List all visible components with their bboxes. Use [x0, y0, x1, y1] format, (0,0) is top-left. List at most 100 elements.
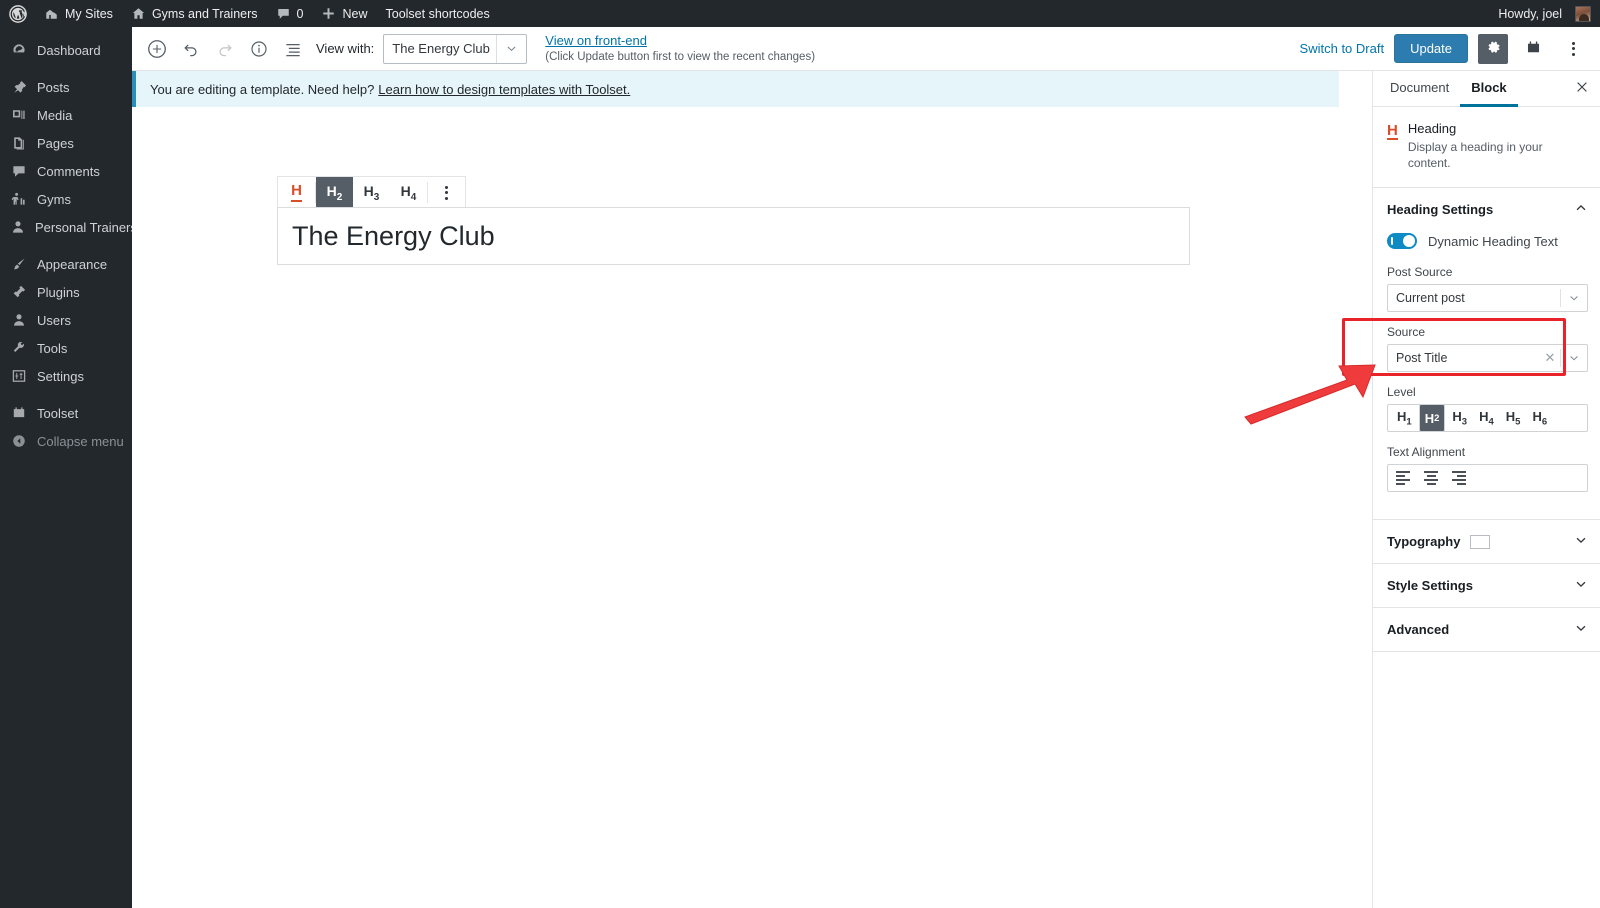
- redo-button[interactable]: [208, 32, 242, 66]
- level-h4-button[interactable]: H4: [1474, 407, 1499, 430]
- heading-block-text[interactable]: The Energy Club: [292, 221, 495, 252]
- admin-bar-my-sites[interactable]: My Sites: [35, 0, 122, 27]
- tab-block[interactable]: Block: [1460, 71, 1518, 107]
- redo-icon: [215, 39, 235, 59]
- chevron-down-icon: [1574, 577, 1588, 594]
- block-editor: View with: The Energy Club View on front…: [132, 27, 1600, 908]
- block-toolbar-level-h3[interactable]: H3: [353, 177, 390, 208]
- sidebar-item-settings[interactable]: Settings: [0, 362, 132, 390]
- more-options-button[interactable]: [1558, 34, 1588, 64]
- level-h3-button[interactable]: H3: [1447, 407, 1472, 430]
- sidebar-item-personal-trainers[interactable]: Personal Trainers: [0, 213, 137, 241]
- source-value: Post Title: [1396, 351, 1448, 366]
- sidebar-item-tools[interactable]: Tools: [0, 334, 132, 362]
- admin-bar-comments[interactable]: 0: [267, 0, 313, 27]
- sidebar-item-collapse-menu[interactable]: Collapse menu: [0, 427, 132, 455]
- sidebar-item-comments[interactable]: Comments: [0, 157, 132, 185]
- tab-document[interactable]: Document: [1379, 71, 1460, 107]
- admin-bar-new[interactable]: New: [312, 0, 376, 27]
- sidebar-item-media[interactable]: Media: [0, 101, 132, 129]
- admin-bar-toolset-shortcodes-label: Toolset shortcodes: [385, 6, 490, 21]
- settings-sidebar-toggle-button[interactable]: [1478, 33, 1508, 64]
- comment-bubble-icon: [276, 6, 291, 21]
- block-toolbar-more-button[interactable]: [428, 177, 465, 208]
- plus-circle-icon: [146, 38, 168, 60]
- typography-color-swatch[interactable]: [1470, 534, 1491, 549]
- close-sidebar-button[interactable]: [1564, 71, 1600, 106]
- sidebar-item-toolset-label: Toolset: [37, 405, 79, 421]
- align-left-icon[interactable]: [1396, 471, 1410, 486]
- sidebar-item-pages-label: Pages: [37, 135, 74, 151]
- block-toolbar-level-h4-label: H4: [400, 182, 417, 203]
- add-block-button[interactable]: [140, 32, 174, 66]
- block-toolbar-level-h4[interactable]: H4: [390, 177, 427, 208]
- list-view-icon: [283, 39, 303, 59]
- admin-bar-howdy[interactable]: Howdy, joel: [1489, 0, 1600, 27]
- menu-spacer: [0, 64, 132, 73]
- toolset-button[interactable]: [1518, 34, 1548, 64]
- toolset-icon: [1525, 39, 1542, 59]
- align-right-icon[interactable]: [1452, 471, 1466, 486]
- panel-heading-settings-title: Heading Settings: [1387, 202, 1494, 218]
- sidebar-item-appearance[interactable]: Appearance: [0, 250, 132, 278]
- content-info-button[interactable]: [242, 32, 276, 66]
- post-source-select[interactable]: Current post: [1387, 284, 1588, 313]
- block-info-description: Display a heading in your content.: [1407, 140, 1543, 171]
- panel-heading-settings-header[interactable]: Heading Settings: [1373, 188, 1600, 231]
- chevron-down-icon: [1574, 621, 1588, 638]
- level-label: Level: [1387, 385, 1416, 400]
- undo-button[interactable]: [174, 32, 208, 66]
- view-with-value: The Energy Club: [392, 41, 490, 56]
- block-navigation-button[interactable]: [276, 32, 310, 66]
- panel-advanced-header[interactable]: Advanced: [1373, 608, 1600, 651]
- dynamic-heading-text-toggle[interactable]: [1387, 233, 1417, 250]
- menu-spacer: [0, 390, 132, 399]
- sidebar-item-posts[interactable]: Posts: [0, 73, 132, 101]
- block-info-title: Heading: [1407, 121, 1457, 136]
- sidebar-item-tools-label: Tools: [37, 340, 68, 356]
- media-icon: [10, 106, 28, 124]
- view-with-select[interactable]: The Energy Club: [383, 33, 528, 64]
- sidebar-item-dashboard[interactable]: Dashboard: [0, 36, 132, 64]
- wordpress-logo-button[interactable]: [0, 0, 35, 27]
- sidebar-item-users[interactable]: Users: [0, 306, 132, 334]
- admin-bar-comments-count: 0: [296, 6, 304, 21]
- level-h5-button[interactable]: H5: [1501, 407, 1526, 430]
- sidebar-item-toolset[interactable]: Toolset: [0, 399, 132, 427]
- toolset-icon: [10, 404, 28, 422]
- source-field: Source Post Title ✕: [1387, 325, 1588, 373]
- text-alignment-label: Text Alignment: [1387, 445, 1466, 460]
- template-editing-notice-text: You are editing a template. Need help?: [150, 81, 375, 97]
- panel-typography-header[interactable]: Typography: [1373, 520, 1600, 563]
- level-h2-button[interactable]: H2: [1418, 404, 1446, 433]
- gyms-icon: [10, 190, 28, 208]
- source-select[interactable]: Post Title ✕: [1387, 344, 1588, 373]
- panel-style-settings-header[interactable]: Style Settings: [1373, 564, 1600, 607]
- close-icon: [1575, 80, 1589, 97]
- block-toolbar-level-h2[interactable]: H2: [316, 177, 353, 208]
- menu-spacer: [0, 241, 132, 250]
- admin-bar-site-name[interactable]: Gyms and Trainers: [122, 0, 267, 27]
- sidebar-item-gyms[interactable]: Gyms: [0, 185, 132, 213]
- wordpress-logo-icon: [9, 4, 27, 23]
- sidebar-item-dashboard-label: Dashboard: [37, 42, 101, 58]
- toolset-docs-link[interactable]: Learn how to design templates with Tools…: [378, 82, 630, 97]
- plugins-plug-icon: [10, 283, 28, 301]
- person-icon: [10, 218, 26, 236]
- chevron-up-icon: [1574, 201, 1588, 218]
- level-h6-button[interactable]: H6: [1527, 407, 1552, 430]
- admin-bar-toolset-shortcodes[interactable]: Toolset shortcodes: [377, 0, 499, 27]
- level-h1-button[interactable]: H1: [1392, 407, 1417, 430]
- view-on-front-end-link[interactable]: View on front-end: [545, 33, 647, 48]
- sidebar-item-plugins[interactable]: Plugins: [0, 278, 132, 306]
- heading-block[interactable]: The Energy Club: [277, 207, 1190, 265]
- switch-to-draft-button[interactable]: Switch to Draft: [1300, 41, 1385, 56]
- update-button[interactable]: Update: [1394, 34, 1468, 63]
- clear-x-icon[interactable]: ✕: [1540, 350, 1560, 366]
- align-center-icon[interactable]: [1424, 471, 1438, 486]
- block-type-switcher-button[interactable]: H: [278, 177, 315, 208]
- view-on-front-end[interactable]: View on front-end (Click Update button f…: [545, 33, 815, 65]
- pin-icon: [10, 78, 28, 96]
- sidebar-item-pages[interactable]: Pages: [0, 129, 132, 157]
- chevron-down-icon: [1574, 533, 1588, 550]
